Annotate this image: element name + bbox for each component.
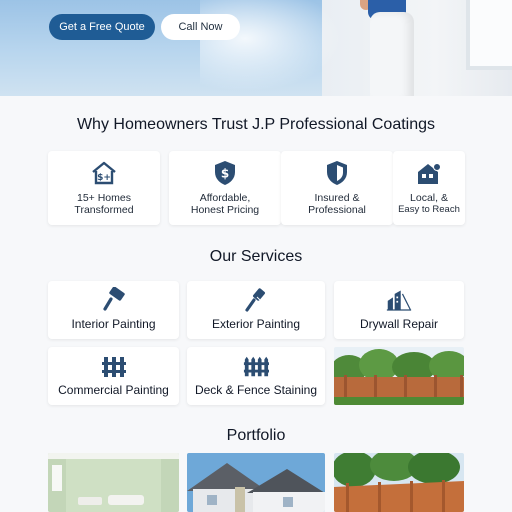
trust-card-homes: $+ 15+ Homes Transformed [48, 151, 160, 225]
hero-banner: Get a Free Quote Call Now [0, 0, 512, 96]
services-section-title: Our Services [209, 248, 303, 265]
trust-line2: Honest Pricing [190, 204, 260, 216]
portfolio-image-exterior[interactable] [187, 453, 325, 512]
trust-line2: Professional [308, 204, 366, 216]
service-label: Exterior Painting [211, 317, 301, 331]
trust-line1: Local, & [410, 192, 448, 204]
portfolio-image-interior[interactable] [48, 453, 179, 512]
portfolio-section-title: Portfolio [226, 427, 286, 444]
paint-brush-icon [243, 287, 269, 313]
trust-line2: Easy to Reach [398, 204, 460, 215]
shield-icon [323, 159, 351, 187]
service-label: Interior Painting [71, 317, 156, 331]
hero-window [466, 0, 512, 70]
fence-photo [334, 347, 464, 405]
trust-card-pricing: $ Affordable, Honest Pricing [169, 151, 281, 225]
trust-line1: Insured & [314, 192, 360, 204]
call-now-button[interactable]: Call Now [161, 14, 240, 40]
service-label: Drywall Repair [359, 317, 439, 331]
service-card-interior[interactable]: Interior Painting [48, 281, 179, 339]
dollar-shield-icon: $ [211, 159, 239, 187]
house-location-icon [415, 159, 443, 187]
service-card-exterior[interactable]: Exterior Painting [187, 281, 325, 339]
trust-section-title: Why Homeowners Trust J.P Professional Co… [76, 116, 436, 133]
hero-painter-image [360, 0, 424, 96]
service-card-commercial[interactable]: Commercial Painting [48, 347, 179, 405]
paint-roller-icon [101, 287, 127, 313]
home-dollar-icon: $+ [90, 159, 118, 187]
service-card-drywall[interactable]: Drywall Repair [334, 281, 464, 339]
svg-text:$: $ [221, 167, 229, 181]
svg-text:$+: $+ [97, 173, 111, 183]
portfolio-image-fence[interactable] [334, 453, 464, 512]
building-icon [386, 287, 412, 313]
trust-card-insured: Insured & Professional [281, 151, 393, 225]
service-card-deck-fence[interactable]: Deck & Fence Staining [187, 347, 325, 405]
trust-line2: Transformed [74, 204, 134, 216]
fence-icon [101, 353, 127, 379]
trust-card-local: Local, & Easy to Reach [393, 151, 465, 225]
trust-line1: 15+ Homes [76, 192, 131, 204]
service-label: Commercial Painting [58, 383, 169, 397]
get-free-quote-button[interactable]: Get a Free Quote [49, 14, 155, 40]
fence-icon [243, 353, 269, 379]
service-label: Deck & Fence Staining [194, 383, 318, 397]
trust-line1: Affordable, [199, 192, 251, 204]
